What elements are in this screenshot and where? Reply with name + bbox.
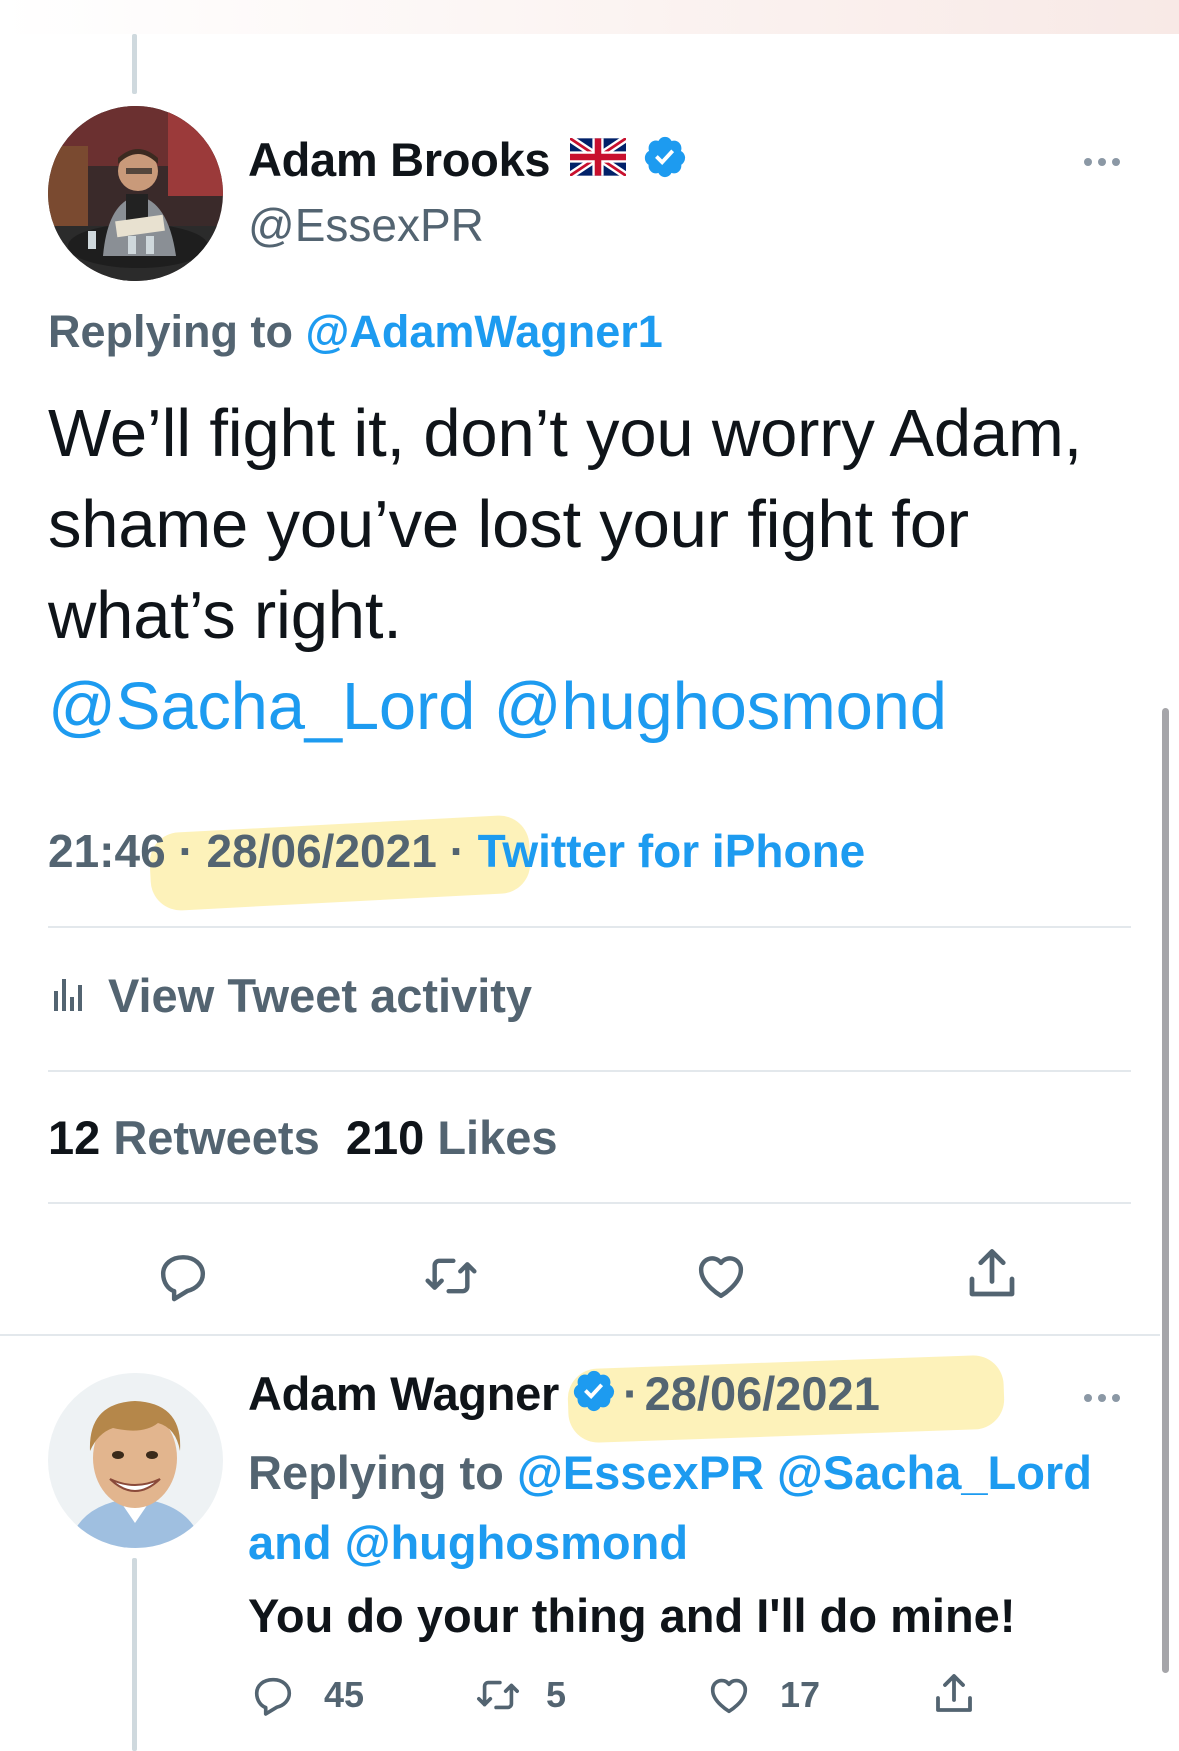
replying-to-line: Replying to @AdamWagner1 <box>48 306 663 358</box>
author-name[interactable]: Adam Brooks <box>248 132 551 187</box>
scrollbar[interactable] <box>1162 708 1169 1673</box>
tweet-stats: 12 Retweets 210 Likes <box>48 1110 558 1165</box>
uk-flag-icon <box>568 135 629 181</box>
verified-badge-icon <box>571 1368 617 1419</box>
tweet-text: We’ll fight it, don’t you worry Adam, sh… <box>48 388 1148 752</box>
analytics-icon <box>52 973 88 1018</box>
likes-label: Likes <box>437 1111 558 1164</box>
retweet-icon <box>425 1258 477 1294</box>
reply-icon <box>254 1677 292 1716</box>
reply-like-button[interactable]: 17 <box>704 1672 820 1718</box>
tweet-meta: 21:46 · 28/06/2021 · Twitter for iPhone <box>48 824 865 878</box>
tweet-source[interactable]: Twitter for iPhone <box>478 825 866 877</box>
reply-to-handle-3[interactable]: @hughosmond <box>345 1516 688 1569</box>
divider-4 <box>0 1334 1160 1336</box>
more-options-icon[interactable] <box>1084 158 1120 166</box>
reply-date-separator: · <box>622 1367 639 1420</box>
share-button[interactable] <box>962 1244 1022 1304</box>
retweet-icon <box>477 1680 519 1710</box>
like-button[interactable] <box>690 1248 752 1304</box>
reply-author-row: Adam Wagner · 28/06/2021 <box>248 1366 880 1421</box>
replying-to-prefix: Replying to <box>48 306 293 357</box>
thread-line-top <box>132 34 137 94</box>
share-icon <box>936 1674 972 1712</box>
reply-retweet-button[interactable]: 5 <box>472 1672 566 1718</box>
tweet-mentions[interactable]: @Sacha_Lord @hughosmond <box>48 669 947 744</box>
reply-text: You do your thing and I'll do mine! <box>248 1589 1016 1642</box>
reply-to-handle-1[interactable]: @EssexPR <box>517 1446 764 1499</box>
meta-separator-2: · <box>449 825 465 877</box>
top-fade <box>0 0 1179 34</box>
thread-line-bottom <box>132 1558 137 1751</box>
reply-share-button[interactable] <box>930 1670 978 1718</box>
view-tweet-activity-label: View Tweet activity <box>108 969 533 1022</box>
divider-3 <box>48 1202 1131 1204</box>
view-tweet-activity[interactable]: View Tweet activity <box>52 968 532 1023</box>
avatar-adam-wagner[interactable] <box>48 1373 223 1548</box>
reply-replying-to: Replying to @EssexPR @Sacha_Lord and @hu… <box>248 1438 1148 1578</box>
reply-button[interactable] <box>152 1248 214 1304</box>
verified-badge-icon <box>642 134 688 185</box>
share-icon <box>969 1249 1015 1297</box>
divider-2 <box>48 1070 1131 1072</box>
retweets-stat[interactable]: 12 Retweets <box>48 1111 320 1164</box>
tweet-text-body: We’ll fight it, don’t you worry Adam, sh… <box>48 396 1083 653</box>
divider-1 <box>48 926 1131 928</box>
author-handle[interactable]: @EssexPR <box>248 198 484 252</box>
retweet-button[interactable] <box>418 1248 484 1304</box>
reply-to-handle-2[interactable]: @Sacha_Lord <box>777 1446 1092 1499</box>
likes-stat[interactable]: 210 Likes <box>346 1111 558 1164</box>
reply-replying-prefix: Replying to <box>248 1446 504 1499</box>
heart-icon <box>710 1678 748 1714</box>
reply-date[interactable]: 28/06/2021 <box>645 1366 880 1421</box>
tweet-date: 28/06/2021 <box>206 825 437 877</box>
retweets-count: 12 <box>48 1111 101 1164</box>
retweet-count: 5 <box>546 1674 567 1715</box>
author-name-row: Adam Brooks <box>248 132 688 187</box>
reply-more-options-icon[interactable] <box>1084 1394 1120 1402</box>
tweet-time: 21:46 <box>48 825 166 877</box>
reply-and-word: and <box>248 1516 332 1569</box>
avatar-adam-brooks[interactable] <box>48 106 223 281</box>
reply-icon <box>160 1255 206 1302</box>
heart-icon <box>698 1256 744 1299</box>
reply-author-name[interactable]: Adam Wagner <box>248 1366 559 1421</box>
replying-to-handle[interactable]: @AdamWagner1 <box>306 306 663 357</box>
likes-count: 210 <box>345 1111 425 1164</box>
like-count: 17 <box>780 1674 821 1715</box>
meta-separator: · <box>178 825 194 877</box>
retweets-label: Retweets <box>113 1111 320 1164</box>
reply-reply-button[interactable]: 45 <box>248 1672 364 1718</box>
reply-count: 45 <box>324 1674 365 1715</box>
